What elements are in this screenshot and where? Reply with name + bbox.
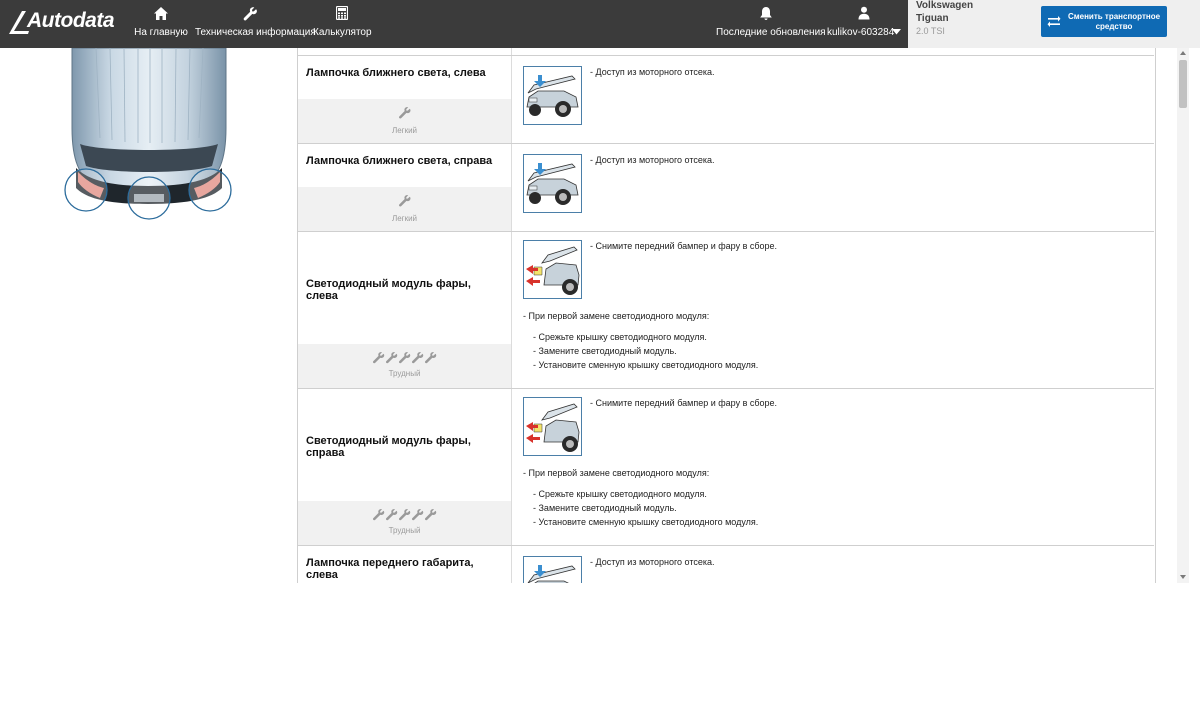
procedure-image-thumbnail[interactable] (523, 240, 582, 299)
procedure-substep: - Срежьте крышку светодиодного модуля. (533, 332, 707, 342)
table-row: Светодиодный модуль фары, справа Трудный (298, 389, 1154, 546)
user-menu[interactable]: kulikov-603284 (824, 0, 904, 48)
car-top-view-diagram (64, 47, 232, 220)
component-name-cell: Лампочка ближнего света, слева Легкий (298, 56, 512, 143)
vehicle-diagram-panel (0, 47, 297, 583)
scroll-down-icon[interactable] (1177, 572, 1189, 582)
headlight-right-hotspot[interactable] (188, 168, 232, 212)
table-row: Светодиодный модуль фары, слева Трудный (298, 232, 1154, 389)
procedure-image-thumbnail[interactable] (523, 154, 582, 213)
procedure-substep: - Установите сменную крышку светодиодног… (533, 517, 759, 527)
nav-latest-updates-label: Последние обновления (716, 27, 826, 38)
wrench-icon (372, 352, 436, 364)
description-cell: - Снимите передний бампер и фару в сборе… (512, 389, 1154, 545)
front-center-hotspot[interactable] (127, 176, 171, 220)
component-name: Светодиодный модуль фары, слева (306, 278, 471, 302)
procedure-note: - При первой замене светодиодного модуля… (523, 311, 710, 321)
vehicle-make: Volkswagen (916, 0, 974, 11)
component-name-cell: Лампочка ближнего света, справа Легкий (298, 144, 512, 231)
difficulty-indicator: Трудный (298, 501, 511, 545)
scroll-up-icon[interactable] (1177, 48, 1189, 58)
component-repair-table: Лампочка ближнего света, слева Легкий - … (297, 48, 1156, 583)
logo-text: Autodata (27, 9, 115, 32)
difficulty-indicator: Легкий (298, 187, 511, 231)
difficulty-wrench-icons (298, 508, 511, 526)
change-vehicle-label: Сменить транспортное средство (1067, 12, 1161, 31)
component-name-cell: Светодиодный модуль фары, слева Трудный (298, 232, 512, 388)
wrench-icon (243, 7, 257, 21)
difficulty-indicator: Трудный (298, 344, 511, 388)
bell-icon (760, 7, 772, 20)
wrench-icon (398, 107, 411, 119)
car-bumper-removal-image (526, 246, 580, 295)
home-icon (154, 7, 168, 20)
procedure-step: - Доступ из моторного отсека. (590, 67, 715, 77)
headlight-left-hotspot[interactable] (64, 168, 108, 212)
nav-technical-info-label: Техническая информация (195, 27, 316, 38)
top-navigation-bar: Autodata На главную Техническая информац… (0, 0, 1200, 48)
user-icon (858, 6, 870, 20)
description-cell: - Доступ из моторного отсека. (512, 546, 1154, 583)
selected-vehicle-panel: Volkswagen Tiguan 2.0 TSI Сменить трансп… (908, 0, 1200, 48)
difficulty-wrench-icons (298, 106, 511, 124)
procedure-substep: - Замените светодиодный модуль. (533, 503, 677, 513)
procedure-note: - При первой замене светодиодного модуля… (523, 468, 710, 478)
description-cell: - Доступ из моторного отсека. (512, 56, 1154, 143)
table-row: Лампочка ближнего света, справа Легкий -… (298, 144, 1154, 232)
page-scrollbar[interactable] (1177, 48, 1189, 583)
nav-calculator-label: Калькулятор (313, 27, 372, 38)
nav-technical-info[interactable]: Техническая информация (195, 0, 316, 48)
description-cell: - Снимите передний бампер и фару в сборе… (512, 232, 1154, 388)
chevron-down-icon[interactable] (892, 29, 901, 35)
difficulty-label: Трудный (388, 526, 421, 535)
wrench-icon (372, 509, 436, 521)
car-hood-open-image (527, 565, 576, 583)
difficulty-label: Легкий (391, 126, 418, 135)
car-hood-open-image (526, 75, 579, 117)
component-name: Светодиодный модуль фары, справа (306, 435, 471, 459)
difficulty-wrench-icons (298, 351, 511, 369)
difficulty-label: Трудный (388, 369, 421, 378)
description-cell: - Доступ из моторного отсека. (512, 144, 1154, 231)
nav-calculator[interactable]: Калькулятор (313, 0, 372, 48)
procedure-image-thumbnail[interactable] (523, 556, 582, 583)
calculator-icon (336, 6, 348, 20)
procedure-substep: - Замените светодиодный модуль. (533, 346, 677, 356)
procedure-step: - Доступ из моторного отсека. (590, 155, 715, 165)
nav-home[interactable]: На главную (133, 0, 189, 48)
difficulty-indicator: Легкий (298, 99, 511, 143)
swap-arrows-icon (1047, 16, 1061, 27)
procedure-step: - Снимите передний бампер и фару в сборе… (590, 398, 778, 408)
table-row: Лампочка переднего габарита, слева - Дос… (298, 546, 1154, 583)
car-hood-open-image (526, 163, 579, 205)
autodata-logo[interactable]: Autodata (8, 9, 115, 35)
procedure-substep: - Установите сменную крышку светодиодног… (533, 360, 759, 370)
procedure-image-thumbnail[interactable] (523, 397, 582, 456)
difficulty-wrench-icons (298, 194, 511, 212)
procedure-image-thumbnail[interactable] (523, 66, 582, 125)
component-name-cell: Светодиодный модуль фары, справа Трудный (298, 389, 512, 545)
scrollbar-thumb[interactable] (1179, 60, 1187, 108)
table-row (298, 48, 1154, 56)
component-name: Лампочка переднего габарита, слева (306, 557, 474, 581)
wrench-icon (398, 195, 411, 207)
difficulty-label: Легкий (391, 214, 418, 223)
nav-latest-updates[interactable]: Последние обновления (716, 0, 826, 48)
procedure-step: - Доступ из моторного отсека. (590, 557, 715, 567)
procedure-step: - Снимите передний бампер и фару в сборе… (590, 241, 778, 251)
procedure-substep: - Срежьте крышку светодиодного модуля. (533, 489, 707, 499)
nav-home-label: На главную (134, 27, 188, 38)
car-bumper-removal-image (526, 403, 580, 452)
change-vehicle-button[interactable]: Сменить транспортное средство (1041, 6, 1167, 37)
empty-area (0, 583, 1200, 728)
component-name-cell: Лампочка переднего габарита, слева (298, 546, 512, 583)
component-name: Лампочка ближнего света, справа (306, 155, 493, 167)
table-row: Лампочка ближнего света, слева Легкий - … (298, 56, 1154, 144)
vehicle-model: Tiguan (916, 13, 949, 24)
vehicle-engine: 2.0 TSI (916, 26, 945, 36)
component-name: Лампочка ближнего света, слева (306, 67, 486, 79)
